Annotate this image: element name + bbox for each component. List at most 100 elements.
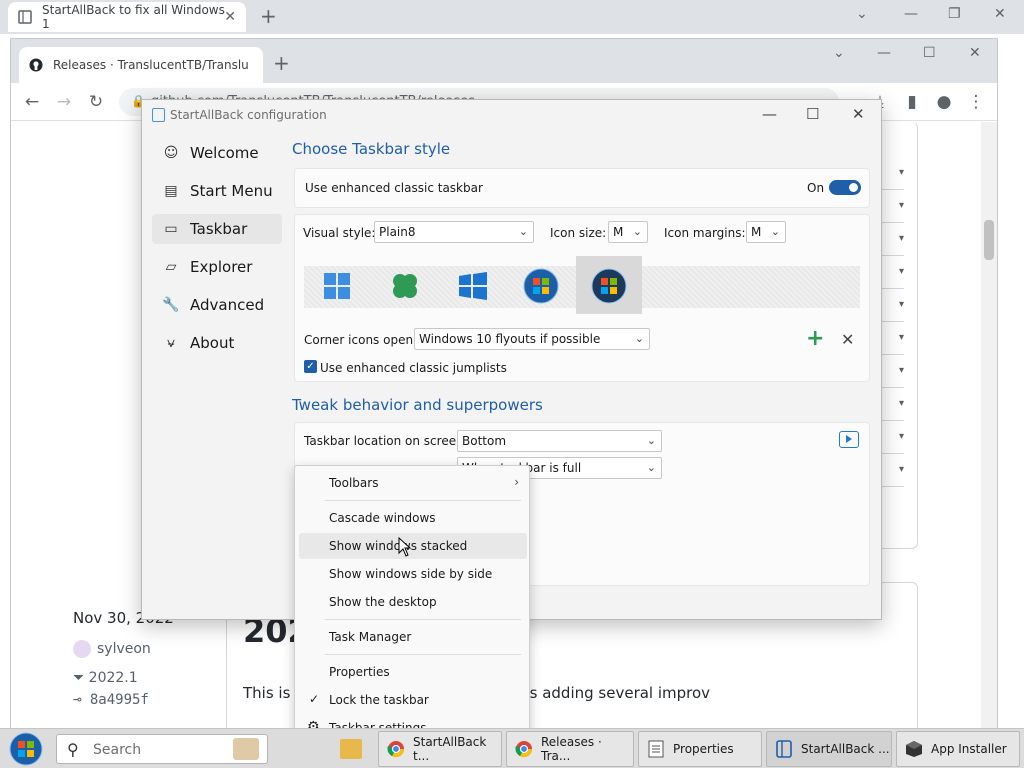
nav-advanced[interactable]: 🔧 Advanced — [152, 290, 282, 320]
menu-label: Show the desktop — [329, 595, 437, 609]
taskbar-search-box[interactable]: ⚲ Search — [56, 734, 268, 764]
nav-start-menu[interactable]: ▤ Start Menu — [152, 176, 282, 206]
minimize-button[interactable]: — — [877, 45, 891, 61]
menu-item-toolbars[interactable]: Toolbars › — [299, 470, 527, 496]
preview-video-icon[interactable] — [839, 431, 859, 448]
nav-explorer[interactable]: ▱ Explorer — [152, 252, 282, 282]
nav-taskbar[interactable]: ▭ Taskbar — [152, 214, 282, 244]
commit-hash: 8a4995f — [89, 692, 149, 708]
tab-startallback[interactable]: StartAllBack to fix all Windows 1 ✕ — [8, 2, 246, 32]
taskbar-btn-label: Releases · Tra... — [541, 735, 602, 763]
author-row[interactable]: sylveon — [73, 640, 151, 658]
reload-icon[interactable]: ↻ — [85, 92, 107, 112]
startallback-icon — [775, 740, 793, 758]
menu-item-task-manager[interactable]: Task Manager — [299, 624, 527, 650]
commit-row[interactable]: ⊸ 8a4995f — [73, 692, 149, 708]
menu-label: Task Manager — [329, 630, 412, 644]
clover-logo-icon[interactable] — [387, 268, 423, 304]
menu-item-properties[interactable]: Properties — [299, 659, 527, 685]
menu-item-side-by-side[interactable]: Show windows side by side — [299, 561, 527, 587]
enhanced-taskbar-toggle[interactable] — [829, 180, 861, 195]
close-button[interactable]: ✕ — [852, 105, 865, 123]
select-value: Bottom — [462, 434, 507, 448]
taskbar-btn-label: App Installer — [931, 742, 1007, 756]
restore-button[interactable]: ❐ — [948, 6, 961, 22]
tab-releases[interactable]: Releases · TranslucentTB/Translu — [19, 47, 263, 83]
jumplists-checkbox[interactable]: ✓ — [304, 360, 317, 373]
menu-icon[interactable]: ⋮ — [965, 92, 987, 112]
taskbar-btn-app-installer[interactable]: App Installer — [896, 731, 1020, 767]
scroll-thumb[interactable] — [984, 220, 994, 260]
add-icon[interactable]: + — [806, 326, 824, 351]
menu-item-lock[interactable]: ✓ Lock the taskbar — [299, 687, 527, 713]
smile-icon: ☺ — [163, 145, 179, 161]
sab-sidebar: ☺ Welcome ▤ Start Menu ▭ Taskbar ▱ Explo… — [152, 138, 282, 366]
close-button[interactable]: ✕ — [994, 6, 1006, 22]
menu-label: Show windows side by side — [329, 567, 493, 581]
tab-title: StartAllBack to fix all Windows 1 — [42, 3, 225, 31]
tag-icon: ⏷ — [73, 670, 89, 686]
taskbar-btn-startallback-chrome[interactable]: StartAllBack t... — [378, 731, 502, 767]
icon-margins-label: Icon margins: — [664, 226, 746, 240]
visual-style-select[interactable]: Plain8 ⌄ — [374, 221, 534, 243]
chevron-down-icon: ⌄ — [646, 461, 656, 474]
windows11-logo-icon[interactable] — [319, 268, 355, 304]
folder-icon: ▱ — [165, 259, 177, 275]
tab-close-icon[interactable]: ✕ — [224, 9, 236, 25]
location-select[interactable]: Bottom ⌄ — [457, 430, 662, 452]
package-icon — [905, 740, 923, 758]
corner-icons-select[interactable]: Windows 10 flyouts if possible ⌄ — [414, 328, 650, 350]
minimize-button[interactable]: — — [904, 6, 918, 22]
windows7-orb-icon[interactable] — [523, 268, 559, 304]
toggle-label: On — [807, 181, 825, 195]
new-tab-button[interactable]: + — [273, 51, 290, 75]
search-highlight-icon — [233, 738, 259, 760]
chrome-icon — [387, 740, 405, 758]
windows10-logo-icon[interactable] — [455, 268, 491, 304]
search-icon: ⚲ — [67, 740, 79, 759]
check-icon: ✓ — [309, 692, 320, 706]
tab-search-icon[interactable]: ⌄ — [833, 45, 845, 61]
menu-label: Cascade windows — [329, 511, 436, 525]
icon-margins-select[interactable]: M ⌄ — [746, 221, 786, 243]
back-arrow-icon[interactable]: ← — [21, 92, 43, 112]
search-placeholder: Search — [93, 742, 142, 758]
maximize-button[interactable]: ☐ — [806, 105, 819, 123]
minimize-button[interactable]: — — [762, 105, 777, 123]
wrench-icon: 🔧 — [162, 297, 180, 313]
menu-label: Properties — [329, 665, 390, 679]
start-button[interactable] — [8, 732, 44, 766]
remove-icon[interactable]: ✕ — [841, 330, 854, 349]
close-button[interactable]: ✕ — [969, 45, 981, 61]
taskbar-btn-releases-chrome[interactable]: Releases · Tra... — [506, 731, 634, 767]
tab-search-icon[interactable]: ⌄ — [856, 6, 868, 22]
tag-row[interactable]: ⏷ 2022.1 — [73, 670, 138, 686]
restore-button[interactable]: ☐ — [923, 45, 936, 61]
taskbar-btn-startallback[interactable]: StartAllBack ... — [766, 731, 892, 767]
new-tab-button[interactable]: + — [260, 4, 277, 28]
chevron-down-icon: ⌄ — [646, 434, 656, 447]
menu-item-stacked[interactable]: Show windows stacked — [299, 533, 527, 559]
chrome-icon — [515, 740, 533, 758]
file-explorer-icon[interactable] — [340, 739, 362, 759]
tab-strip: StartAllBack to fix all Windows 1 ✕ + ⌄ … — [0, 0, 1024, 34]
taskbar-btn-properties[interactable]: Properties — [638, 731, 762, 767]
nav-label: Welcome — [190, 144, 259, 162]
sab-titlebar: StartAllBack configuration — ☐ ✕ — [142, 100, 881, 130]
forward-arrow-icon[interactable]: → — [53, 92, 75, 112]
vista-orb-icon[interactable] — [591, 268, 627, 304]
menu-item-cascade[interactable]: Cascade windows — [299, 505, 527, 531]
app-logo-icon — [152, 108, 165, 122]
nav-about[interactable]: ⍱ About — [152, 328, 282, 358]
corner-icons-label: Corner icons open: — [304, 333, 418, 347]
menu-item-show-desktop[interactable]: Show the desktop — [299, 589, 527, 615]
sidepanel-icon[interactable]: ▮ — [901, 92, 923, 112]
menu-divider — [325, 654, 521, 655]
select-value: M — [751, 225, 762, 239]
nav-welcome[interactable]: ☺ Welcome — [152, 138, 282, 168]
taskbar-context-menu: Toolbars › Cascade windows Show windows … — [294, 465, 530, 745]
scrollbar[interactable] — [981, 122, 997, 728]
profile-icon[interactable]: ● — [933, 92, 955, 112]
location-label: Taskbar location on screen: — [304, 434, 468, 448]
icon-size-select[interactable]: M ⌄ — [608, 221, 648, 243]
